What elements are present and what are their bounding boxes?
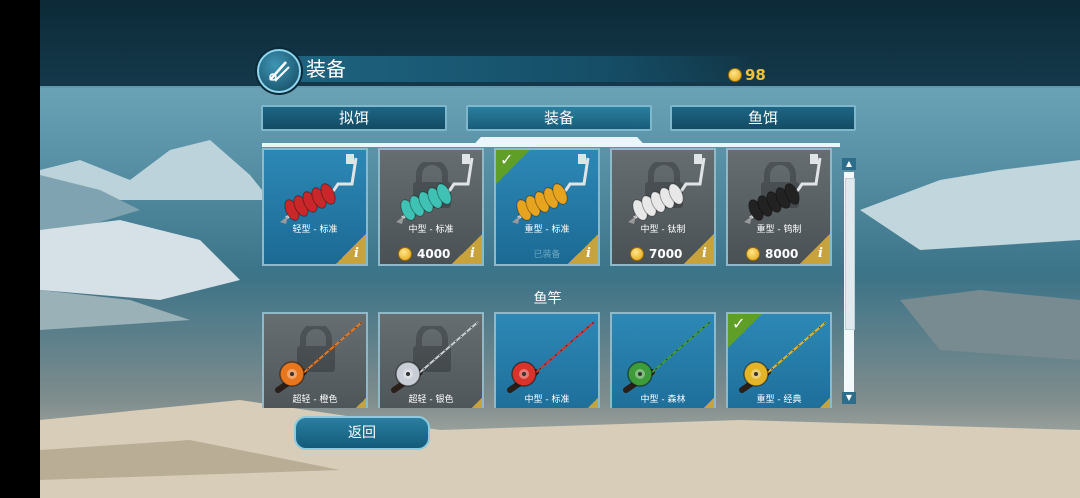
auger-card[interactable]: 中型 - 标准 4000 i xyxy=(378,148,484,266)
rod-card[interactable]: 中型 - 标准i xyxy=(494,312,600,408)
coin-icon xyxy=(746,247,760,261)
auger-card[interactable]: 中型 - 钛制 7000 i xyxy=(610,148,716,266)
page-title: 装备 xyxy=(306,57,346,81)
tab-bait[interactable]: 鱼饵 xyxy=(670,105,856,131)
info-icon[interactable]: i xyxy=(568,234,598,264)
price-value: 4000 xyxy=(417,247,451,261)
coin-icon xyxy=(728,68,742,82)
info-icon[interactable]: i xyxy=(336,398,366,408)
auger-card[interactable]: 重型 - 标准 已装备 ✓ i xyxy=(494,148,600,266)
equipped-check-icon: ✓ xyxy=(496,150,530,184)
fishing-rod-icon xyxy=(500,316,598,398)
price-value: 8000 xyxy=(765,247,799,261)
price-value: 7000 xyxy=(649,247,683,261)
rod-card[interactable]: 超轻 - 银色i xyxy=(378,312,484,408)
info-icon[interactable]: i xyxy=(336,234,366,264)
info-icon[interactable]: i xyxy=(684,398,714,408)
fishing-rod-icon xyxy=(268,316,366,398)
fishing-rod-icon xyxy=(384,316,482,398)
auger-card[interactable]: 重型 - 钨制 8000 i xyxy=(726,148,832,266)
info-icon[interactable]: i xyxy=(800,234,830,264)
tab-lures[interactable]: 拟饵 xyxy=(261,105,447,131)
info-icon[interactable]: i xyxy=(568,398,598,408)
coin-balance: 98 xyxy=(728,66,766,84)
info-icon[interactable]: i xyxy=(452,234,482,264)
content-divider xyxy=(262,143,840,147)
scroll-down-arrow[interactable]: ▼ xyxy=(842,392,856,404)
rod-card[interactable]: 超轻 - 橙色i xyxy=(262,312,368,408)
coin-icon xyxy=(398,247,412,261)
coin-amount: 98 xyxy=(745,66,766,84)
equipped-check-icon: ✓ xyxy=(728,314,762,348)
auger-card[interactable]: 轻型 - 标准 i xyxy=(262,148,368,266)
rod-card[interactable]: 中型 - 森林i xyxy=(610,312,716,408)
scrollbar[interactable]: ▲ ▼ xyxy=(842,158,856,406)
section-title-rods: 鱼竿 xyxy=(533,291,562,307)
scroll-up-arrow[interactable]: ▲ xyxy=(842,158,856,170)
back-button[interactable]: 返回 xyxy=(294,416,430,450)
info-icon[interactable]: i xyxy=(452,398,482,408)
item-grid: 轻型 - 标准 i 中型 - 标准 4000 i 重型 - 标准 已装备 ✓ i 中型 - … xyxy=(262,148,857,408)
fishing-rod-icon xyxy=(616,316,714,398)
price-tag: 8000 xyxy=(746,247,798,261)
price-tag: 7000 xyxy=(630,247,682,261)
tab-equipment[interactable]: 装备 xyxy=(466,105,652,131)
coin-icon xyxy=(630,247,644,261)
rod-card[interactable]: 重型 - 经典✓i xyxy=(726,312,832,408)
top-bar-edge xyxy=(40,86,1080,88)
scroll-thumb[interactable] xyxy=(845,178,855,330)
info-icon[interactable]: i xyxy=(684,234,714,264)
price-tag: 4000 xyxy=(398,247,450,261)
fishing-equipment-icon xyxy=(257,49,301,93)
info-icon[interactable]: i xyxy=(800,398,830,408)
